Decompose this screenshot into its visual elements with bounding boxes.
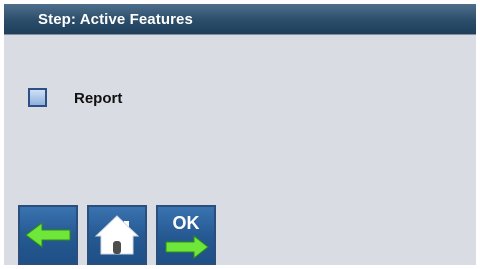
home-button[interactable] [87,205,147,265]
back-button[interactable] [18,205,78,265]
home-icon [94,215,140,255]
report-checkbox[interactable] [28,88,47,107]
report-checkbox-label[interactable]: Report [74,90,122,107]
left-arrow-icon [25,222,71,248]
header-bar: Step: Active Features [4,4,476,35]
wizard-screen: Step: Active Features Report OK [4,4,476,265]
right-arrow-icon [165,234,209,260]
ok-button[interactable]: OK [156,205,216,265]
page-title: Step: Active Features [38,11,193,28]
